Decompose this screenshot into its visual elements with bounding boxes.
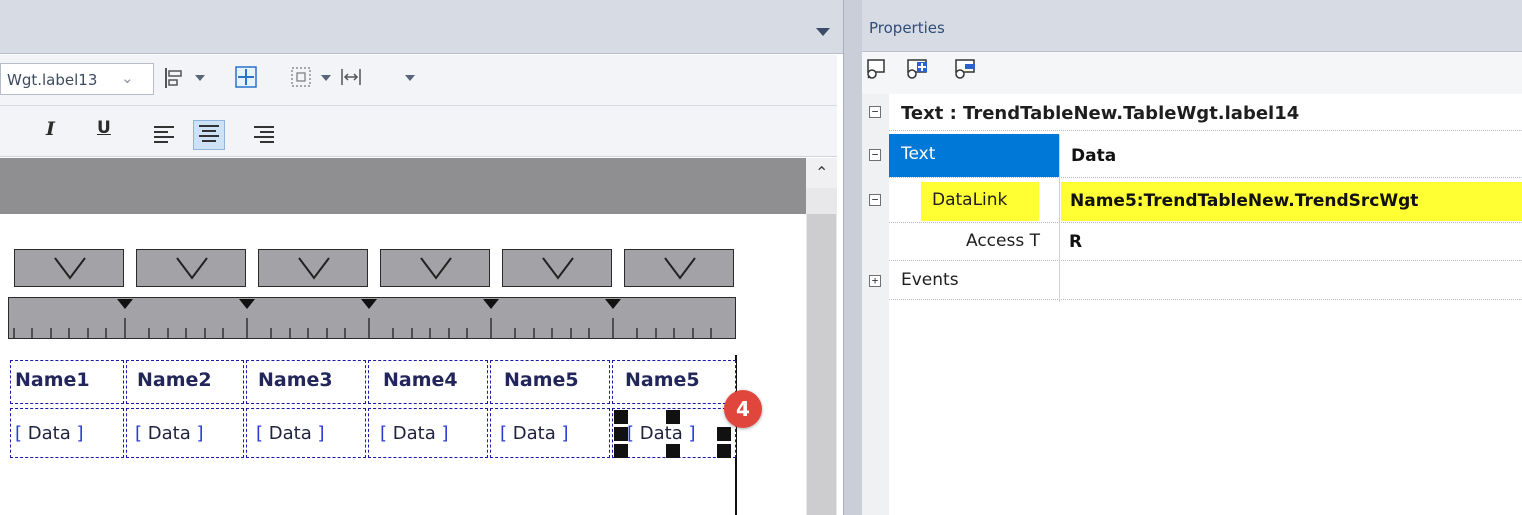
align-left-icon[interactable] xyxy=(164,67,186,89)
data-cell-4[interactable]: [ Data ] xyxy=(368,408,488,458)
spacing-dropdown-arrow-icon[interactable] xyxy=(405,75,415,81)
chevron-down-icon xyxy=(298,257,330,280)
data-cell-label: Data xyxy=(392,423,436,444)
categorized-view-icon[interactable] xyxy=(866,58,888,84)
sort-button-col3[interactable] xyxy=(258,249,368,287)
resize-handle[interactable] xyxy=(614,427,628,441)
data-cell-label: Data xyxy=(268,423,312,444)
resize-handle[interactable] xyxy=(666,410,680,424)
remove-property-icon[interactable] xyxy=(954,58,978,84)
sort-button-col6[interactable] xyxy=(624,249,734,287)
align-text-center-button[interactable] xyxy=(193,120,225,150)
property-name: Events xyxy=(901,270,959,290)
property-row-text[interactable]: Text Data xyxy=(889,134,1522,178)
property-name-highlight: DataLink xyxy=(921,182,1039,221)
underline-button[interactable]: U xyxy=(97,118,111,138)
data-cell-2[interactable]: [ Data ] xyxy=(126,408,244,458)
property-row-access[interactable]: Access T R xyxy=(889,223,1522,261)
data-cell-3[interactable]: [ Data ] xyxy=(246,408,366,458)
header-cell-label: Name4 xyxy=(383,369,458,391)
property-name: DataLink xyxy=(932,190,1008,210)
align-text-center-icon xyxy=(199,125,219,142)
align-text-right-icon[interactable] xyxy=(253,125,275,149)
widget-selector-value: Wgt.label13 xyxy=(7,71,98,89)
data-cell-5[interactable]: [ Data ] xyxy=(490,408,610,458)
distribute-dropdown-arrow-icon[interactable] xyxy=(321,75,331,81)
property-name: Access T xyxy=(966,231,1040,251)
header-cell-label: Name5 xyxy=(504,369,579,391)
data-cell-1[interactable]: [ Data ] xyxy=(10,408,124,458)
collapse-datalink-icon[interactable]: − xyxy=(869,194,881,206)
step-badge: 4 xyxy=(724,390,762,428)
pane-menu-arrow-icon[interactable] xyxy=(816,28,830,36)
resize-handle[interactable] xyxy=(666,444,680,458)
header-cell-5[interactable]: Name5 xyxy=(490,360,610,404)
align-text-left-icon[interactable] xyxy=(153,125,175,149)
chevron-up-icon: ⌃ xyxy=(815,163,829,182)
data-cell-label: Data xyxy=(27,423,71,444)
property-row-events[interactable]: Events xyxy=(889,262,1522,300)
pane-splitter[interactable] xyxy=(843,0,864,515)
chevron-down-icon xyxy=(542,257,574,280)
distribute-icon[interactable] xyxy=(290,66,312,88)
expand-events-icon[interactable]: + xyxy=(869,275,881,287)
header-cell-label: Name1 xyxy=(15,369,90,391)
column-ruler[interactable] xyxy=(8,297,736,339)
resize-handle[interactable] xyxy=(614,444,628,458)
property-section-header[interactable]: Text : TrendTableNew.TableWgt.label14 xyxy=(889,95,1522,131)
widget-selector-combo[interactable]: Wgt.label13 ⌄ xyxy=(0,63,154,95)
properties-title: Properties xyxy=(869,19,945,37)
data-cell-label: Data xyxy=(147,423,191,444)
scrollbar-thumb[interactable] xyxy=(807,214,836,515)
size-to-fit-icon[interactable] xyxy=(235,66,257,88)
section-title: Text : TrendTableNew.TableWgt.label14 xyxy=(901,103,1300,124)
collapse-section-icon[interactable]: − xyxy=(869,106,881,118)
italic-button[interactable]: I xyxy=(46,118,55,140)
spacing-icon[interactable] xyxy=(340,66,362,88)
data-cell-label: Data xyxy=(639,423,683,444)
align-dropdown-arrow-icon[interactable] xyxy=(195,75,205,81)
resize-handle[interactable] xyxy=(614,410,628,424)
sort-button-col2[interactable] xyxy=(136,249,246,287)
property-name: Text xyxy=(901,144,936,164)
header-cell-2[interactable]: Name2 xyxy=(126,360,244,404)
header-cell-6[interactable]: Name5 xyxy=(612,360,736,404)
property-value-highlight[interactable]: Name5:TrendTableNew.TrendSrcWgt xyxy=(1061,182,1522,221)
add-property-icon[interactable] xyxy=(906,58,930,84)
properties-title-bar xyxy=(862,0,1522,52)
header-cell-4[interactable]: Name4 xyxy=(368,360,488,404)
property-value: Name5:TrendTableNew.TrendSrcWgt xyxy=(1070,191,1419,211)
chevron-down-icon xyxy=(176,257,208,280)
canvas-header-bar xyxy=(0,158,806,214)
format-toolbar xyxy=(0,106,837,157)
chevron-down-icon[interactable]: ⌄ xyxy=(121,69,134,87)
header-cell-3[interactable]: Name3 xyxy=(246,360,366,404)
header-cell-1[interactable]: Name1 xyxy=(10,360,124,404)
sort-button-col5[interactable] xyxy=(502,249,612,287)
column-divider[interactable] xyxy=(1059,134,1060,302)
property-value[interactable]: R xyxy=(1069,232,1082,252)
sort-button-col1[interactable] xyxy=(14,249,124,287)
chevron-down-icon xyxy=(664,257,696,280)
resize-handle[interactable] xyxy=(717,444,731,458)
chevron-down-icon xyxy=(54,257,86,280)
header-cell-label: Name5 xyxy=(625,369,700,391)
header-cell-label: Name3 xyxy=(258,369,333,391)
property-name-selected: Text xyxy=(889,134,1059,177)
sort-button-col4[interactable] xyxy=(380,249,490,287)
editor-title-bar xyxy=(0,0,843,54)
property-row-datalink[interactable]: DataLink Name5:TrendTableNew.TrendSrcWgt xyxy=(889,181,1522,223)
collapse-text-icon[interactable]: − xyxy=(869,149,881,161)
header-cell-label: Name2 xyxy=(137,369,212,391)
data-cell-label: Data xyxy=(512,423,556,444)
chevron-down-icon xyxy=(420,257,452,280)
property-value[interactable]: Data xyxy=(1071,146,1116,166)
resize-handle[interactable] xyxy=(717,427,731,441)
